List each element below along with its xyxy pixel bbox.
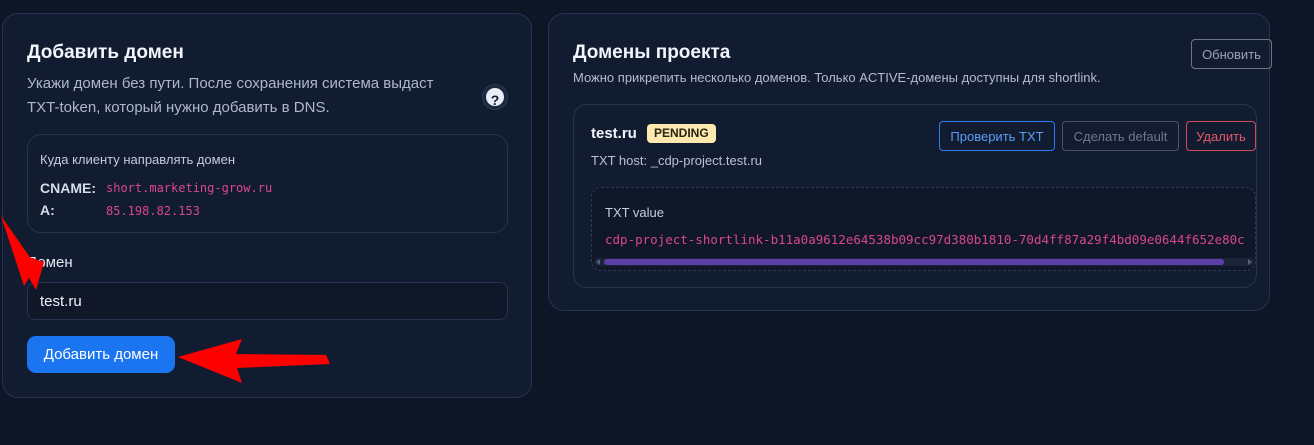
annotation-arrow-icon xyxy=(0,213,44,290)
annotation-arrows xyxy=(0,213,330,383)
annotation-arrow-icon xyxy=(178,339,330,383)
